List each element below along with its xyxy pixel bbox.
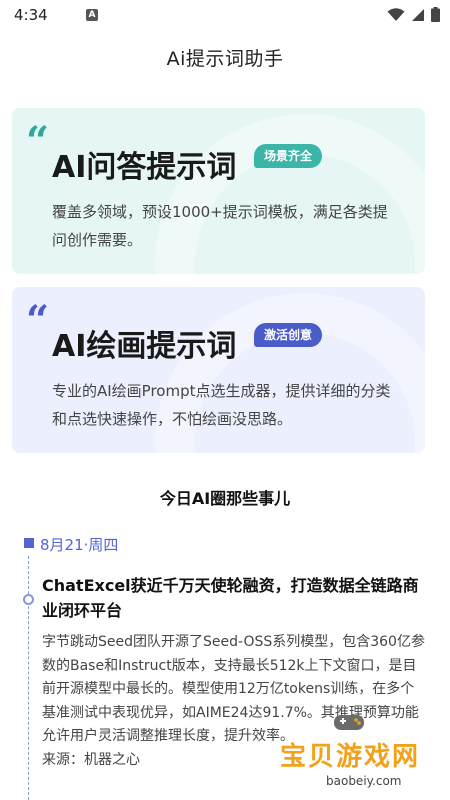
page-title: Ai提示词助手	[166, 48, 284, 70]
card-description: 专业的AI绘画Prompt点选生成器，提供详细的分类和点选快速操作，不怕绘画没思…	[52, 382, 391, 428]
card-badge: 场景齐全	[254, 144, 323, 168]
quote-icon: “	[26, 297, 50, 344]
card-description: 覆盖多领域，预设1000+提示词模板，满足各类提问创作需要。	[52, 203, 388, 249]
notification-a-icon: A	[86, 9, 98, 21]
watermark-title: 宝贝游戏网	[280, 742, 421, 772]
gamepad-icon	[334, 715, 364, 730]
watermark-url: baobeiy.com	[322, 774, 406, 788]
news-source: 来源：机器之心	[42, 751, 140, 768]
news-section-title: 今日AI圈那些事儿	[159, 489, 291, 508]
card-title: AI问答提示词	[52, 150, 237, 185]
card-badge: 激活创意	[254, 323, 323, 347]
news-headline[interactable]: ChatExcel获近千万天使轮融资，打造数据全链路商业闭环平台	[42, 573, 422, 623]
status-bar: 4:34 A	[0, 0, 450, 32]
news-date: 8月21·周四	[40, 536, 119, 554]
status-time: 4:34	[14, 6, 48, 24]
quote-icon: “	[26, 118, 50, 165]
date-marker-icon	[24, 538, 34, 548]
ai-drawing-prompt-card[interactable]: “ AI绘画提示词 激活创意 专业的AI绘画Prompt点选生成器，提供详细的分…	[12, 287, 425, 453]
timeline-line	[28, 556, 29, 800]
battery-icon	[431, 7, 440, 22]
status-icons	[387, 7, 440, 22]
wifi-icon	[387, 7, 405, 21]
ai-qa-prompt-card[interactable]: “ AI问答提示词 场景齐全 覆盖多领域，预设1000+提示词模板，满足各类提问…	[12, 108, 425, 274]
watermark-logo: 宝贝游戏网 baobeiy.com	[270, 710, 450, 800]
signal-icon	[412, 8, 424, 21]
card-title: AI绘画提示词	[52, 329, 237, 364]
timeline-dot-icon	[23, 594, 34, 605]
